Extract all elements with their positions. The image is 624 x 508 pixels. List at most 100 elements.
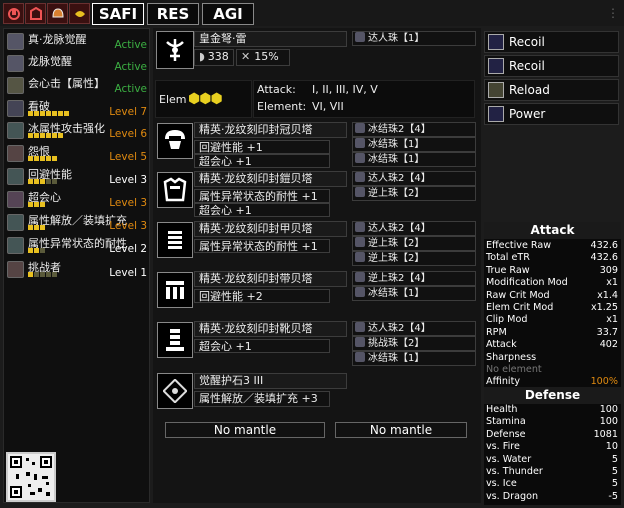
charm-name[interactable]: 觉醒护石3 III (194, 373, 347, 389)
decoration-name: 逆上珠【2】 (368, 253, 425, 264)
skill-level-pips (28, 156, 57, 162)
charm-slot-icon[interactable] (157, 373, 193, 409)
ammo-slot-1[interactable]: Recoil (484, 31, 619, 53)
decoration-slot[interactable]: 冰结珠2【4】 (352, 122, 476, 137)
stat-label: True Raw (486, 264, 530, 276)
decoration-icon (355, 123, 365, 133)
skill-level: Level 3 (109, 174, 147, 186)
stat-row: RPM 33.7 (486, 327, 619, 339)
level-pip (34, 156, 39, 161)
stat-label: Health (486, 404, 518, 415)
skill-icon (7, 33, 24, 50)
level-pip (40, 225, 45, 230)
decoration-name: 挑战珠【2】 (368, 338, 425, 349)
stat-value: 309 (599, 264, 618, 276)
level-pip (40, 133, 45, 138)
chest-armor-icon[interactable] (157, 172, 193, 208)
level-pip (46, 133, 51, 138)
skill-level: Active (114, 39, 147, 51)
level-pip (28, 202, 33, 207)
skill-item[interactable]: 回避性能 Level 3 (6, 166, 150, 187)
level-pip (40, 156, 45, 161)
decoration-slot[interactable]: 逆上珠2【4】 (352, 271, 476, 286)
decoration-slot[interactable]: 冰结珠【1】 (352, 137, 476, 152)
leg-armor-icon[interactable] (157, 322, 193, 358)
level-pip (46, 111, 51, 116)
decoration-slot[interactable]: 达人珠2【4】 (352, 321, 476, 336)
skill-item[interactable]: 属性解放／装填扩充 Level 3 (6, 212, 150, 233)
skill-filter-icon[interactable] (3, 3, 24, 24)
level-pip (52, 111, 57, 116)
skill-icon (7, 100, 24, 117)
decoration-slot[interactable]: 挑战珠【2】 (352, 336, 476, 351)
skill-item[interactable]: 冰属性攻击强化 Level 6 (6, 120, 150, 141)
charm-filter-icon[interactable] (69, 3, 90, 24)
skill-item[interactable]: 看破 Level 7 (6, 98, 150, 119)
decoration-name: 达人珠2【4】 (368, 223, 431, 234)
armor-name[interactable]: 精英·龙纹刻印封甲贝塔 (194, 221, 347, 237)
weapon-slot-icon[interactable] (156, 31, 194, 69)
decoration-icon (355, 237, 365, 247)
arm-armor-icon[interactable] (157, 222, 193, 258)
weapon-name[interactable]: 皇金弩·雷 (194, 31, 347, 47)
helmet-icon[interactable] (157, 123, 193, 159)
skill-item[interactable]: 真·龙脉觉醒 Active (6, 31, 150, 52)
mantle-slot-2[interactable]: No mantle (335, 422, 467, 438)
armor-skill: 超会心 +1 (194, 154, 330, 168)
mantle-slot-1[interactable]: No mantle (165, 422, 325, 438)
stat-label: Stamina (486, 416, 526, 428)
decoration-slot[interactable]: 逆上珠【2】 (352, 251, 476, 266)
decoration-slot[interactable]: 达人珠2【4】 (352, 221, 476, 236)
level-pip (28, 225, 33, 230)
stat-value: 432.6 (590, 252, 618, 264)
decoration-slot[interactable]: 冰结珠【1】 (352, 152, 476, 167)
level-pip (34, 179, 39, 184)
menu-icon[interactable]: ⋮ (606, 6, 620, 20)
ammo-slot-3[interactable]: Reload (484, 79, 619, 101)
decoration-slot[interactable]: 冰结珠【1】 (352, 351, 476, 366)
decoration-name: 冰结珠【1】 (368, 288, 425, 299)
decoration-name: 冰结珠2【4】 (368, 124, 431, 135)
armor-name[interactable]: 精英·龙纹刻印封冠贝塔 (194, 122, 347, 138)
stat-label: Attack (486, 339, 517, 351)
decoration-slot[interactable]: 冰结珠【1】 (352, 286, 476, 301)
decoration-icon (355, 352, 365, 362)
tab-agi[interactable]: AGI (202, 3, 254, 25)
stat-row: Total eTR 432.6 (486, 252, 619, 264)
level-pip (34, 248, 39, 253)
elem-hexagons-icon: ⬢⬢⬢ (188, 91, 223, 107)
armor-skill: 超会心 +1 (194, 203, 330, 217)
armor-name[interactable]: 精英·龙纹刻印封带贝塔 (194, 271, 347, 287)
armor-name[interactable]: 精英·龙纹刻印封靴贝塔 (194, 321, 347, 337)
decoration-slot[interactable]: 逆上珠【2】 (352, 186, 476, 201)
decoration-slot[interactable]: 达人珠2【4】 (352, 171, 476, 186)
level-pip (28, 248, 33, 253)
stat-row: vs. Thunder 5 (486, 466, 619, 478)
armor-filter-icon[interactable] (25, 3, 46, 24)
level-pip (40, 179, 45, 184)
skill-level-pips (28, 225, 45, 231)
stat-row: Defense 1081 (486, 429, 619, 441)
skill-item[interactable]: 超会心 Level 3 (6, 189, 150, 210)
decoration-slot[interactable]: 逆上珠【2】 (352, 236, 476, 251)
stat-label: Raw Crit Mod (486, 289, 550, 301)
decoration-name: 冰结珠【1】 (368, 154, 425, 165)
tab-res[interactable]: RES (147, 3, 199, 25)
weapon-deco-slot[interactable]: 达人珠【1】 (352, 31, 476, 46)
skill-item[interactable]: 属性异常状态的耐性 Level 2 (6, 235, 150, 256)
skill-item[interactable]: 会心击【属性】 Active (6, 75, 150, 96)
tab-safi[interactable]: SAFI (92, 3, 144, 25)
skill-item[interactable]: 挑战者 Level 1 (6, 259, 150, 280)
helmet-icon[interactable] (47, 3, 68, 24)
armor-skill: 超会心 +1 (194, 339, 330, 353)
skill-item[interactable]: 怨恨 Level 5 (6, 143, 150, 164)
level-pip (28, 133, 33, 138)
armor-skill: 回避性能 +1 (194, 140, 330, 154)
ammo-levels-box: Attack: I, II, III, IV, V Element: VI, V… (253, 80, 475, 118)
waist-armor-icon[interactable] (157, 272, 193, 308)
ammo-slot-2[interactable]: Recoil (484, 55, 619, 77)
skill-item[interactable]: 龙脉觉醒 Active (6, 53, 150, 74)
ammo-slot-4[interactable]: Power (484, 103, 619, 125)
stat-label: vs. Thunder (486, 466, 543, 477)
armor-name[interactable]: 精英·龙纹刻印封鎧贝塔 (194, 171, 347, 187)
